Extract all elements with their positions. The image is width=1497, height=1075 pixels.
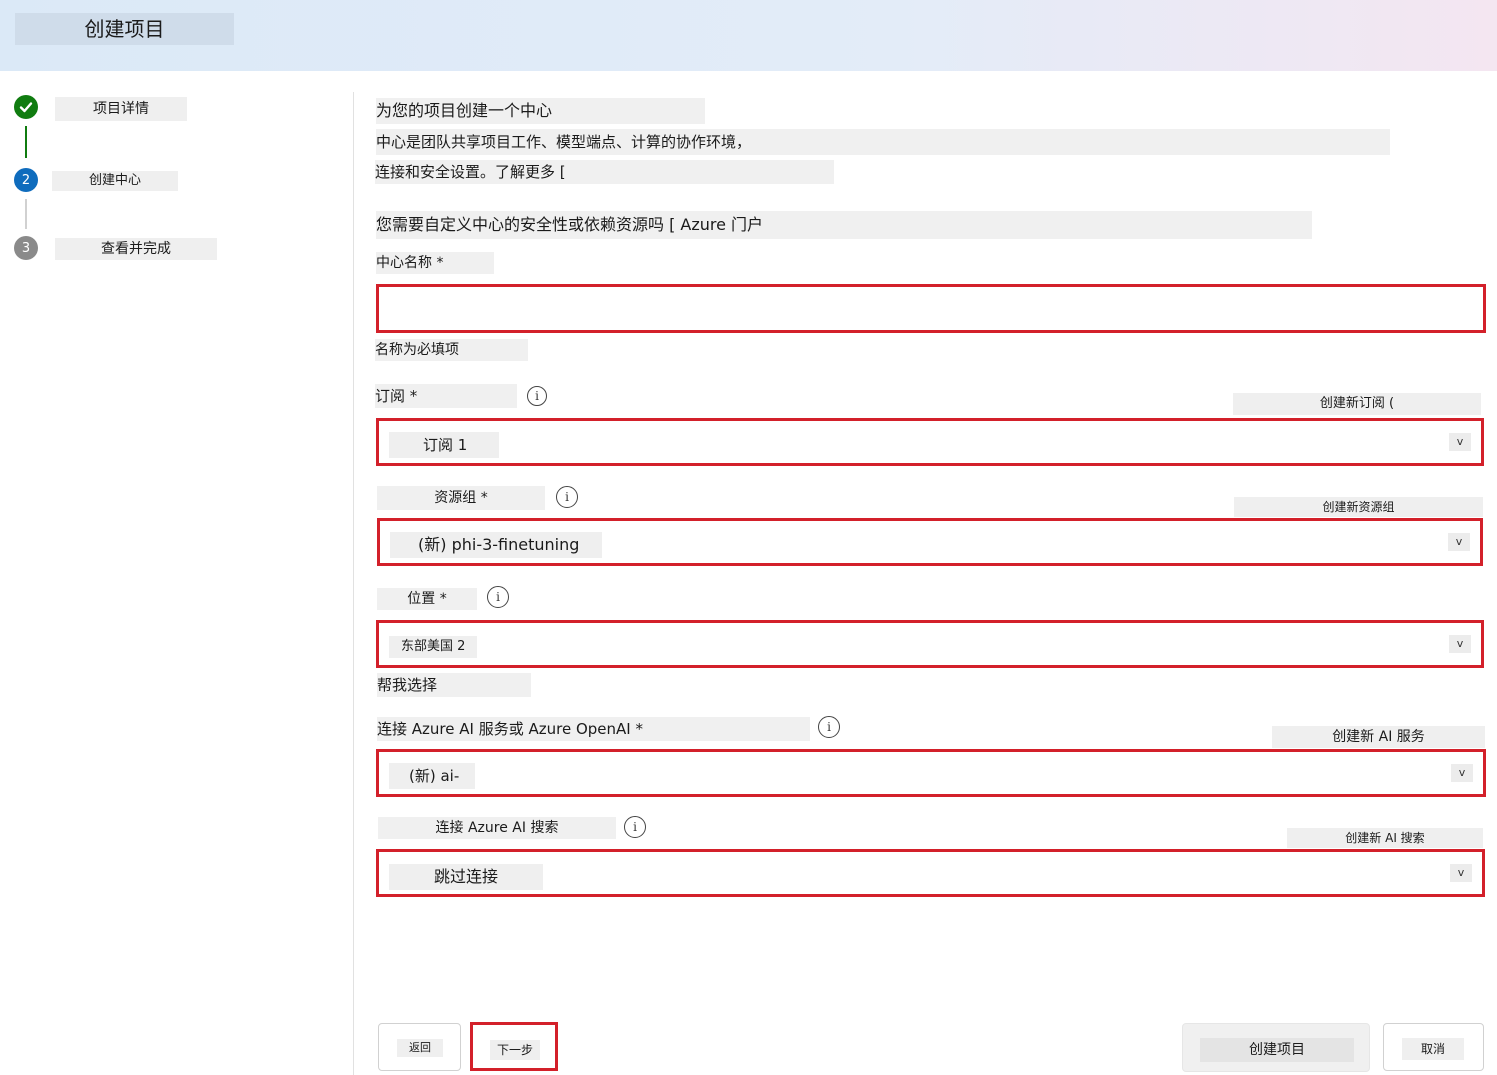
cancel-button[interactable]: 取消 (1383, 1023, 1484, 1071)
location-label: 位置 * (377, 588, 477, 610)
back-button[interactable]: 返回 (378, 1023, 461, 1071)
create-resource-group-link[interactable]: 创建新资源组 (1234, 497, 1483, 517)
page-title: 创建项目 (15, 13, 234, 45)
learn-more-link[interactable]: 连接和安全设置。了解更多 [ (375, 160, 834, 184)
subscription-label: 订阅 * (375, 384, 517, 408)
chevron-down-icon: v (1449, 635, 1471, 653)
resource-group-label: 资源组 * (377, 486, 545, 510)
step-label-project-details[interactable]: 项目详情 (55, 97, 187, 121)
ai-search-info-icon[interactable]: i (624, 816, 646, 838)
ai-search-dropdown[interactable]: 跳过连接 v (376, 849, 1485, 897)
chevron-down-icon: v (1448, 533, 1470, 551)
subscription-dropdown[interactable]: 订阅 1 v (376, 418, 1484, 466)
ai-services-dropdown[interactable]: (新) ai- v (376, 749, 1486, 797)
chevron-down-icon: v (1450, 864, 1472, 882)
azure-portal-link[interactable]: 您需要自定义中心的安全性或依赖资源吗 [ Azure 门户 (376, 211, 1312, 239)
section-divider (353, 92, 354, 1075)
page-header: 创建项目 (0, 0, 1497, 71)
step-number-3[interactable]: 3 (14, 236, 38, 260)
create-subscription-link[interactable]: 创建新订阅 ( (1233, 393, 1481, 415)
step-complete-check-icon[interactable] (14, 95, 38, 119)
resource-group-info-icon[interactable]: i (556, 486, 578, 508)
hub-description: 中心是团队共享项目工作、模型端点、计算的协作环境， (376, 129, 1390, 155)
hub-section-heading: 为您的项目创建一个中心 (376, 98, 705, 124)
create-ai-service-link[interactable]: 创建新 AI 服务 (1272, 726, 1485, 748)
chevron-down-icon: v (1449, 433, 1471, 451)
chevron-down-icon: v (1451, 764, 1473, 782)
location-info-icon[interactable]: i (487, 586, 509, 608)
create-project-button[interactable]: 创建项目 (1182, 1023, 1370, 1072)
help-me-choose-link[interactable]: 帮我选择 (377, 673, 531, 697)
ai-services-info-icon[interactable]: i (818, 716, 840, 738)
ai-search-label: 连接 Azure AI 搜索 (378, 817, 616, 839)
hub-name-error: 名称为必填项 (375, 339, 528, 361)
step-connector (25, 126, 27, 158)
step-connector (25, 199, 27, 229)
resource-group-dropdown[interactable]: (新) phi-3-finetuning v (377, 518, 1483, 566)
step-label-review-finish[interactable]: 查看并完成 (55, 238, 217, 260)
subscription-info-icon[interactable]: i (527, 386, 547, 406)
next-button[interactable]: 下一步 (470, 1022, 558, 1071)
hub-name-input[interactable] (376, 284, 1486, 333)
location-dropdown[interactable]: 东部美国 2 v (376, 620, 1484, 668)
hub-name-label: 中心名称 * (376, 252, 494, 274)
create-ai-search-link[interactable]: 创建新 AI 搜索 (1287, 828, 1483, 848)
ai-services-label: 连接 Azure AI 服务或 Azure OpenAI * (377, 717, 810, 741)
step-label-create-hub[interactable]: 创建中心 (52, 171, 178, 191)
step-number-2[interactable]: 2 (14, 168, 38, 192)
